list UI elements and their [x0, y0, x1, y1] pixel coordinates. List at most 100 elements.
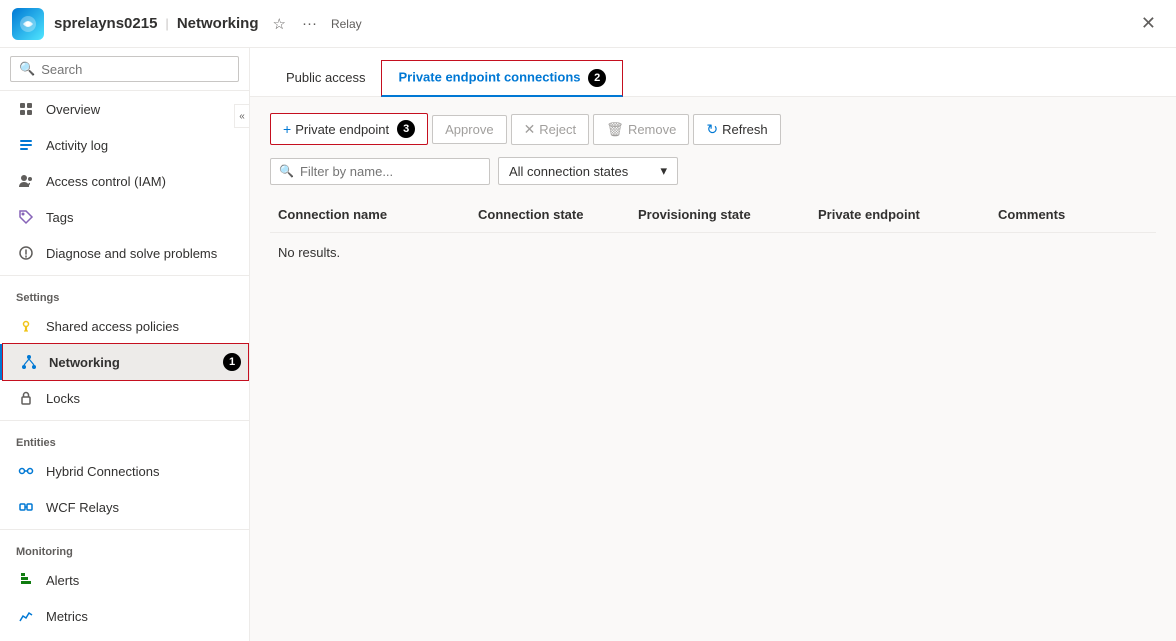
col-connection-name: Connection name — [270, 203, 470, 226]
approve-label: Approve — [445, 122, 493, 137]
wcf-relays-icon — [16, 497, 36, 517]
refresh-button[interactable]: ↻ Refresh — [693, 114, 780, 145]
overview-icon — [16, 99, 36, 119]
col-comments: Comments — [990, 203, 1156, 226]
no-results-message: No results. — [270, 233, 1156, 272]
sidebar-item-locks[interactable]: Locks — [0, 380, 249, 416]
title-bar: sprelayns0215 | Networking ☆ ··· Relay ✕ — [0, 0, 1176, 48]
sidebar-item-networking[interactable]: Networking 1 — [0, 344, 249, 380]
remove-icon: 🗑 — [606, 121, 624, 138]
content-header: Public access Private endpoint connectio… — [250, 48, 1176, 97]
filter-row: 🔍 All connection states ▾ — [270, 157, 1156, 185]
favorite-icon[interactable]: ☆ — [267, 13, 292, 35]
wcf-relays-label: WCF Relays — [46, 500, 119, 515]
sidebar-item-diagnose[interactable]: Diagnose and solve problems — [0, 235, 249, 271]
private-endpoint-label: Private endpoint — [295, 122, 389, 137]
sidebar-item-wcf-relays[interactable]: WCF Relays — [0, 489, 249, 525]
settings-divider — [0, 275, 249, 276]
tab-badge-2: 2 — [588, 69, 606, 87]
main-container: « 🔍 Overview Activity log — [0, 48, 1176, 641]
more-icon[interactable]: ··· — [296, 13, 323, 35]
access-control-label: Access control (IAM) — [46, 174, 166, 189]
sidebar-collapse-button[interactable]: « — [234, 104, 250, 128]
remove-button[interactable]: 🗑 Remove — [593, 114, 689, 145]
alerts-icon — [16, 570, 36, 590]
reject-x-icon: ✕ — [524, 121, 536, 138]
access-control-icon — [16, 171, 36, 191]
filter-input[interactable] — [300, 164, 481, 179]
alerts-label: Alerts — [46, 573, 79, 588]
content-tabs: Public access Private endpoint connectio… — [270, 60, 1156, 96]
metrics-icon — [16, 606, 36, 626]
sidebar-item-metrics[interactable]: Metrics — [0, 598, 249, 634]
shared-access-label: Shared access policies — [46, 319, 179, 334]
filter-search-icon: 🔍 — [279, 164, 294, 178]
tags-icon — [16, 207, 36, 227]
diagnose-label: Diagnose and solve problems — [46, 246, 217, 261]
activity-log-icon — [16, 135, 36, 155]
approve-button[interactable]: Approve — [432, 115, 506, 144]
locks-icon — [16, 388, 36, 408]
activity-log-label: Activity log — [46, 138, 108, 153]
monitoring-divider — [0, 529, 249, 530]
private-endpoint-button[interactable]: + Private endpoint 3 — [270, 113, 428, 145]
dropdown-label: All connection states — [509, 164, 628, 179]
metrics-label: Metrics — [46, 609, 88, 624]
page-name: Networking — [177, 15, 259, 32]
reject-label: Reject — [539, 122, 576, 137]
active-border — [2, 343, 249, 381]
toolbar: + Private endpoint 3 Approve ✕ Reject 🗑 … — [270, 113, 1156, 145]
title-actions: ☆ ··· — [267, 13, 323, 35]
add-icon: + — [283, 121, 291, 137]
tab-public-access[interactable]: Public access — [270, 60, 381, 97]
title-separator: | — [165, 16, 168, 31]
search-box[interactable]: 🔍 — [10, 56, 239, 82]
diagnose-icon — [16, 243, 36, 263]
chevron-down-icon: ▾ — [660, 163, 667, 179]
app-logo — [12, 8, 44, 40]
hybrid-connections-label: Hybrid Connections — [46, 464, 159, 479]
overview-label: Overview — [46, 102, 100, 117]
sidebar-item-shared-access[interactable]: Shared access policies — [0, 308, 249, 344]
reject-button[interactable]: ✕ Reject — [511, 114, 590, 145]
entities-section: Entities — [0, 425, 249, 453]
step-3-badge: 3 — [397, 120, 415, 138]
sidebar-item-diagnostic-settings[interactable]: Diagnostic settings — [0, 634, 249, 641]
sidebar-item-activity-log[interactable]: Activity log — [0, 127, 249, 163]
active-indicator — [248, 344, 249, 380]
step-1-badge: 1 — [223, 353, 241, 371]
remove-label: Remove — [628, 122, 676, 137]
table-header: Connection name Connection state Provisi… — [270, 197, 1156, 233]
close-button[interactable]: ✕ — [1133, 9, 1164, 38]
resource-name: sprelayns0215 — [54, 15, 157, 32]
tab-private-endpoint[interactable]: Private endpoint connections 2 — [381, 60, 623, 97]
settings-section: Settings — [0, 280, 249, 308]
col-private-endpoint: Private endpoint — [810, 203, 990, 226]
col-connection-state: Connection state — [470, 203, 630, 226]
monitoring-section: Monitoring — [0, 534, 249, 562]
sub-label: Relay — [331, 17, 362, 31]
entities-divider — [0, 420, 249, 421]
content-area: Public access Private endpoint connectio… — [250, 48, 1176, 641]
locks-label: Locks — [46, 391, 80, 406]
hybrid-connections-icon — [16, 461, 36, 481]
connection-states-dropdown[interactable]: All connection states ▾ — [498, 157, 678, 185]
refresh-icon: ↻ — [706, 121, 718, 138]
shared-access-icon — [16, 316, 36, 336]
sidebar: « 🔍 Overview Activity log — [0, 48, 250, 641]
sidebar-item-hybrid-connections[interactable]: Hybrid Connections — [0, 453, 249, 489]
sidebar-item-overview[interactable]: Overview — [0, 91, 249, 127]
search-icon: 🔍 — [19, 61, 35, 77]
sidebar-search-container: 🔍 — [0, 48, 249, 91]
tags-label: Tags — [46, 210, 73, 225]
filter-input-container[interactable]: 🔍 — [270, 158, 490, 185]
search-input[interactable] — [41, 62, 230, 77]
sidebar-item-tags[interactable]: Tags — [0, 199, 249, 235]
col-provisioning-state: Provisioning state — [630, 203, 810, 226]
sidebar-item-alerts[interactable]: Alerts — [0, 562, 249, 598]
sidebar-item-access-control[interactable]: Access control (IAM) — [0, 163, 249, 199]
refresh-label: Refresh — [722, 122, 768, 137]
content-body: + Private endpoint 3 Approve ✕ Reject 🗑 … — [250, 97, 1176, 641]
networking-label: Networking — [49, 355, 120, 370]
sidebar-scroll: Overview Activity log Access control (IA… — [0, 91, 249, 641]
